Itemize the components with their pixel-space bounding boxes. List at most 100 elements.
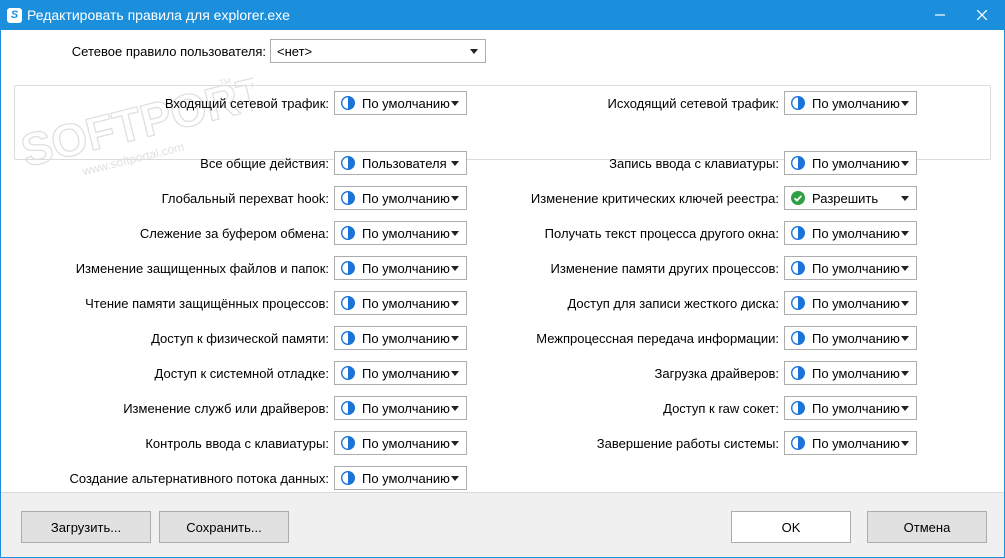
left-rule-combobox[interactable]: По умолчанию: [334, 326, 467, 350]
close-button[interactable]: [959, 0, 1005, 30]
right-rule-label: Получать текст процесса другого окна:: [544, 226, 779, 241]
default-icon: [791, 296, 805, 310]
right-rule-value: Разрешить: [812, 190, 879, 206]
right-rule-value: По умолчанию: [812, 260, 900, 276]
dropdown-arrow-icon: [451, 160, 459, 166]
save-button[interactable]: Сохранить...: [159, 511, 289, 543]
right-rule-combobox[interactable]: По умолчанию: [784, 291, 917, 315]
user-rule-combobox[interactable]: <нет>: [270, 39, 486, 63]
default-icon: [341, 96, 355, 110]
incoming-traffic-combobox[interactable]: По умолчанию: [334, 91, 467, 115]
dropdown-arrow-icon: [451, 100, 459, 106]
left-rule-value: По умолчанию: [362, 330, 450, 346]
dropdown-arrow-icon: [451, 370, 459, 376]
cancel-button[interactable]: Отмена: [867, 511, 987, 543]
default-icon: [791, 226, 805, 240]
right-rule-combobox[interactable]: По умолчанию: [784, 396, 917, 420]
right-rule-combobox[interactable]: По умолчанию: [784, 431, 917, 455]
dropdown-arrow-icon: [901, 440, 909, 446]
left-rule-combobox[interactable]: По умолчанию: [334, 431, 467, 455]
right-rule-label: Изменение критических ключей реестра:: [530, 191, 779, 206]
dropdown-arrow-icon: [901, 265, 909, 271]
window-title: Редактировать правила для explorer.exe: [27, 7, 290, 23]
left-rule-value: По умолчанию: [362, 190, 450, 206]
close-icon: [977, 10, 987, 20]
default-icon: [791, 261, 805, 275]
default-icon: [341, 226, 355, 240]
default-icon: [341, 366, 355, 380]
dropdown-arrow-icon: [901, 405, 909, 411]
minimize-button[interactable]: [917, 0, 963, 30]
left-rule-value: По умолчанию: [362, 435, 450, 451]
left-rule-combobox[interactable]: По умолчанию: [334, 256, 467, 280]
right-rule-label: Доступ к raw сокет:: [663, 401, 779, 416]
default-icon: [341, 191, 355, 205]
right-rule-combobox[interactable]: Разрешить: [784, 186, 917, 210]
right-rule-label: Загрузка драйверов:: [654, 366, 779, 381]
right-rule-label: Доступ для записи жесткого диска:: [567, 296, 779, 311]
dropdown-arrow-icon: [901, 160, 909, 166]
default-icon: [341, 296, 355, 310]
user-rule-label: Сетевое правило пользователя:: [71, 44, 266, 59]
dropdown-arrow-icon: [451, 230, 459, 236]
left-rule-value: По умолчанию: [362, 365, 450, 381]
dropdown-arrow-icon: [451, 405, 459, 411]
title-bar: S Редактировать правила для explorer.exe: [0, 0, 1005, 30]
default-icon: [341, 331, 355, 345]
right-rule-combobox[interactable]: По умолчанию: [784, 151, 917, 175]
dialog-footer: Загрузить... Сохранить... OK Отмена: [1, 492, 1004, 557]
dropdown-arrow-icon: [470, 48, 478, 54]
left-rule-combobox[interactable]: По умолчанию: [334, 291, 467, 315]
dropdown-arrow-icon: [451, 440, 459, 446]
outgoing-traffic-combobox[interactable]: По умолчанию: [784, 91, 917, 115]
left-rule-value: По умолчанию: [362, 295, 450, 311]
right-rule-value: По умолчанию: [812, 400, 900, 416]
right-rule-combobox[interactable]: По умолчанию: [784, 361, 917, 385]
left-rule-value: По умолчанию: [362, 470, 450, 486]
left-rule-combobox[interactable]: По умолчанию: [334, 361, 467, 385]
left-rule-combobox[interactable]: Пользователя: [334, 151, 467, 175]
load-button[interactable]: Загрузить...: [21, 511, 151, 543]
default-icon: [341, 156, 355, 170]
dropdown-arrow-icon: [451, 195, 459, 201]
ok-button[interactable]: OK: [731, 511, 851, 543]
outgoing-traffic-label: Исходящий сетевой трафик:: [607, 96, 779, 111]
dropdown-arrow-icon: [901, 230, 909, 236]
left-rule-value: По умолчанию: [362, 225, 450, 241]
outgoing-traffic-value: По умолчанию: [812, 95, 900, 111]
left-rule-label: Изменение защищенных файлов и папок:: [75, 261, 329, 276]
right-rule-label: Завершение работы системы:: [596, 436, 779, 451]
dropdown-arrow-icon: [901, 370, 909, 376]
dropdown-arrow-icon: [451, 300, 459, 306]
app-icon: S: [7, 8, 22, 23]
incoming-traffic-label: Входящий сетевой трафик:: [164, 96, 329, 111]
dialog-content: SOFTPORTAL www.softportal.com TM Сетевое…: [1, 30, 1004, 492]
dropdown-arrow-icon: [901, 335, 909, 341]
right-rule-combobox[interactable]: По умолчанию: [784, 256, 917, 280]
left-rule-combobox[interactable]: По умолчанию: [334, 221, 467, 245]
allow-check-icon: [791, 191, 805, 205]
left-rule-label: Изменение служб или драйверов:: [123, 401, 329, 416]
right-rule-combobox[interactable]: По умолчанию: [784, 326, 917, 350]
dropdown-arrow-icon: [451, 265, 459, 271]
left-rule-label: Контроль ввода с клавиатуры:: [145, 436, 329, 451]
right-rule-value: По умолчанию: [812, 155, 900, 171]
right-rule-combobox[interactable]: По умолчанию: [784, 221, 917, 245]
right-rule-value: По умолчанию: [812, 435, 900, 451]
default-icon: [791, 331, 805, 345]
left-rule-combobox[interactable]: По умолчанию: [334, 396, 467, 420]
dropdown-arrow-icon: [901, 100, 909, 106]
right-rule-value: По умолчанию: [812, 295, 900, 311]
left-rule-combobox[interactable]: По умолчанию: [334, 186, 467, 210]
incoming-traffic-value: По умолчанию: [362, 95, 450, 111]
left-rule-combobox[interactable]: По умолчанию: [334, 466, 467, 490]
left-rule-label: Чтение памяти защищённых процессов:: [85, 296, 329, 311]
dropdown-arrow-icon: [451, 335, 459, 341]
right-rule-value: По умолчанию: [812, 330, 900, 346]
right-rule-value: По умолчанию: [812, 365, 900, 381]
default-icon: [341, 471, 355, 485]
minimize-icon: [935, 14, 945, 16]
left-rule-label: Доступ к физической памяти:: [151, 331, 329, 346]
left-rule-value: Пользователя: [362, 155, 447, 171]
left-rule-value: По умолчанию: [362, 260, 450, 276]
